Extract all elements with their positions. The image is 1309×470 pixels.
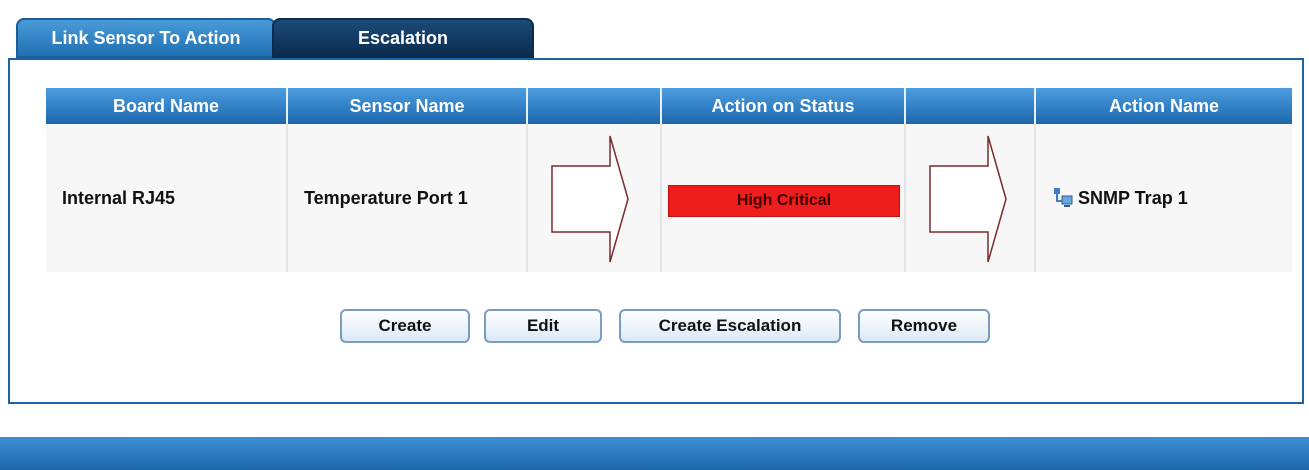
- tab-label: Escalation: [357, 27, 449, 48]
- table-row[interactable]: Internal RJ45 Temperature Port 1 High Cr…: [46, 124, 1292, 272]
- action-name-value: SNMP Trap 1: [1078, 187, 1188, 208]
- cell-board-name: Internal RJ45: [46, 124, 288, 272]
- footer-bar: [0, 437, 1309, 470]
- header-action-name[interactable]: Action Name: [1036, 88, 1292, 124]
- header-board-name[interactable]: Board Name: [46, 88, 288, 124]
- cell-arrow-2: [906, 124, 1036, 272]
- header-action-on-status[interactable]: Action on Status: [662, 88, 906, 124]
- snmp-trap-icon: [1054, 188, 1073, 207]
- status-badge-label: High Critical: [736, 192, 832, 209]
- create-escalation-button[interactable]: Create Escalation: [619, 309, 841, 343]
- remove-button[interactable]: Remove: [858, 309, 990, 343]
- cell-sensor-name: Temperature Port 1: [288, 124, 528, 272]
- arrow-right-icon: [551, 135, 629, 263]
- tab-link-sensor-to-action[interactable]: Link Sensor To Action: [16, 18, 276, 58]
- tab-escalation[interactable]: Escalation: [272, 18, 534, 58]
- sensor-name-value: Temperature Port 1: [304, 187, 468, 208]
- cell-arrow-1: [528, 124, 662, 272]
- board-name-value: Internal RJ45: [62, 187, 176, 208]
- header-arrow-2: [906, 88, 1036, 124]
- cell-action-name: SNMP Trap 1: [1036, 124, 1292, 272]
- table-header-row: Board Name Sensor Name Action on Status …: [46, 88, 1292, 124]
- header-sensor-name[interactable]: Sensor Name: [288, 88, 528, 124]
- link-table: Board Name Sensor Name Action on Status …: [46, 88, 1292, 272]
- tab-label: Link Sensor To Action: [51, 27, 241, 48]
- cell-action-on-status: High Critical: [662, 124, 906, 272]
- create-button[interactable]: Create: [340, 309, 470, 343]
- status-badge: High Critical: [668, 185, 900, 217]
- link-sensor-panel: Board Name Sensor Name Action on Status …: [8, 58, 1304, 404]
- arrow-right-icon: [929, 135, 1007, 263]
- edit-button[interactable]: Edit: [484, 309, 602, 343]
- header-arrow-1: [528, 88, 662, 124]
